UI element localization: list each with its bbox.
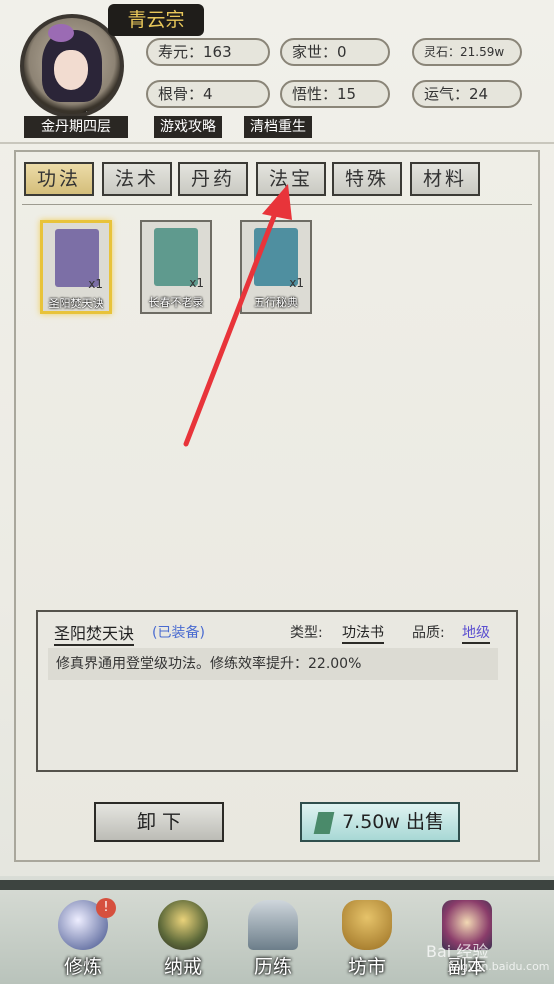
avatar-face [54, 50, 88, 90]
watermark-url: jingyan.baidu.com [448, 960, 550, 973]
nav-label: 修炼 [63, 956, 102, 978]
tab-spells[interactable]: 法术 [102, 162, 172, 196]
red-arrow-annotation [183, 184, 292, 447]
sell-button[interactable]: 7.50w 出售 [300, 802, 460, 842]
type-value: 功法书 [342, 622, 384, 644]
tab-materials[interactable]: 材料 [410, 162, 480, 196]
quality-label: 品质: [412, 625, 445, 641]
stat-comprehension: 悟性：15 [280, 80, 390, 108]
spirit-stone-icon [313, 811, 335, 834]
type-label: 类型: [290, 625, 323, 641]
nav-label: 历练 [253, 956, 292, 978]
game-guide-link[interactable]: 游戏攻略 [154, 116, 222, 138]
nav-rail [0, 880, 554, 890]
detail-item-name: 圣阳焚天诀 [54, 620, 135, 646]
cauldron-icon [342, 900, 392, 950]
reset-save-link[interactable]: 清档重生 [244, 116, 312, 138]
item-name: 圣阳焚天诀 [48, 297, 104, 310]
tab-skills[interactable]: 功法 [24, 162, 94, 196]
nav-adventure[interactable]: 历练 [228, 896, 318, 984]
nav-market[interactable]: 坊市 [322, 896, 412, 984]
sect-name: 青云宗 [108, 4, 204, 36]
sell-price-label: 7.50w 出售 [342, 811, 444, 833]
hair-ornament [48, 24, 74, 42]
watermark: Bai 经验 [426, 942, 489, 961]
stat-family: 家世：0 [280, 38, 390, 66]
nav-ring[interactable]: 纳戒 [138, 896, 228, 984]
arrow-head [262, 184, 292, 220]
item-quantity: x1 [88, 277, 103, 291]
ring-icon [158, 900, 208, 950]
equipped-status: (已装备) [152, 625, 205, 641]
quality-value: 地级 [462, 622, 490, 644]
arrow-shaft [183, 203, 281, 447]
stat-luck: 运气：24 [412, 80, 522, 108]
item-detail-box: 圣阳焚天诀 (已装备) 类型: 功法书 品质: 地级 修真界通用登堂级功法。修练… [36, 610, 518, 772]
stat-lifespan: 寿元：163 [146, 38, 270, 66]
nav-label: 纳戒 [163, 956, 202, 978]
cultivation-realm: 金丹期四层 [24, 116, 128, 138]
notification-badge: ! [96, 898, 116, 918]
item-description: 修真界通用登堂级功法。修练效率提升：22.00% [48, 648, 498, 680]
mountain-icon [248, 900, 298, 950]
nav-label: 坊市 [347, 956, 386, 978]
tab-special[interactable]: 特殊 [332, 162, 402, 196]
stat-root-bone: 根骨：4 [146, 80, 270, 108]
inventory-item[interactable]: x1 圣阳焚天诀 [40, 220, 112, 314]
unequip-button[interactable]: 卸 下 [94, 802, 224, 842]
stat-spirit-stones: 灵石：21.59w [412, 38, 522, 66]
header-divider [0, 142, 554, 144]
